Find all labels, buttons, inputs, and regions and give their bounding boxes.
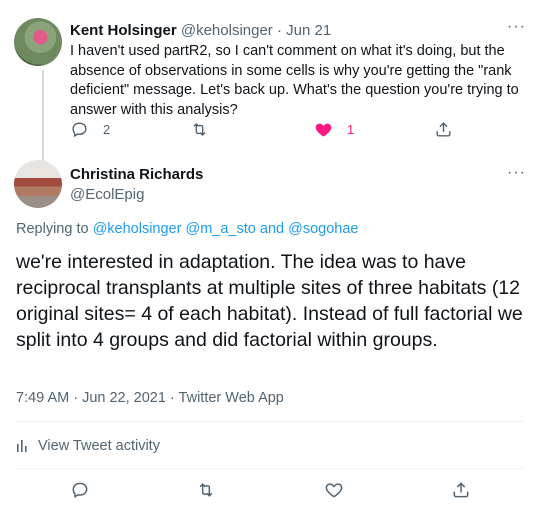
retweet-icon [193, 122, 206, 137]
author-handle[interactable]: @EcolEpig [70, 186, 144, 203]
analytics-icon [17, 440, 27, 452]
view-activity-label: View Tweet activity [38, 438, 160, 454]
mention-link[interactable]: @m_a_sto [186, 221, 256, 237]
tweet-header: Kent Holsinger @keholsinger · Jun 21 [70, 22, 331, 39]
tweet-actions: 2 1 [70, 120, 470, 142]
like-count: 1 [347, 122, 355, 137]
reply-button[interactable]: 2 [70, 120, 110, 139]
avatar[interactable] [14, 18, 62, 66]
mention-link[interactable]: @keholsinger [93, 221, 182, 237]
thread-connector-line [42, 70, 44, 162]
more-options-icon[interactable]: ··· [507, 164, 526, 182]
heart-filled-icon [315, 123, 332, 137]
author-name[interactable]: Christina Richards [70, 166, 203, 183]
author-name[interactable]: Kent Holsinger [70, 22, 177, 39]
separator: · [276, 22, 282, 39]
divider [16, 421, 524, 422]
share-icon [436, 122, 451, 137]
heart-icon [325, 483, 343, 498]
reply-count: 2 [103, 122, 111, 137]
share-button[interactable] [451, 480, 471, 505]
tweet-text: I haven't used partR2, so I can't commen… [70, 43, 519, 118]
replying-and: and [259, 221, 285, 237]
author-handle[interactable]: @keholsinger [181, 22, 273, 39]
like-button[interactable] [324, 480, 344, 505]
mention-link[interactable]: @sogohae [288, 221, 358, 237]
tweet-text: we're interested in adaptation. The idea… [16, 251, 523, 351]
retweet-button[interactable] [190, 120, 209, 139]
avatar[interactable] [14, 160, 62, 208]
more-options-icon[interactable]: ··· [507, 18, 526, 36]
reply-button[interactable] [70, 480, 90, 505]
share-icon [453, 482, 469, 498]
tweet-actions [0, 480, 540, 502]
replying-prefix: Replying to [16, 221, 89, 237]
tweet-header: Christina Richards [70, 166, 203, 183]
reply-icon [72, 482, 88, 498]
tweet-date[interactable]: Jun 21 [286, 22, 331, 39]
tweet-timestamp[interactable]: 7:49 AM · Jun 22, 2021 · Twitter Web App [16, 390, 284, 406]
retweet-button[interactable] [196, 480, 216, 505]
retweet-icon [199, 483, 213, 497]
like-button[interactable]: 1 [314, 120, 354, 139]
divider [16, 468, 524, 469]
share-button[interactable] [434, 120, 453, 139]
reply-icon [72, 122, 87, 138]
replying-to: Replying to @keholsinger @m_a_sto and @s… [16, 221, 358, 237]
view-activity-link[interactable]: View Tweet activity [16, 438, 160, 454]
